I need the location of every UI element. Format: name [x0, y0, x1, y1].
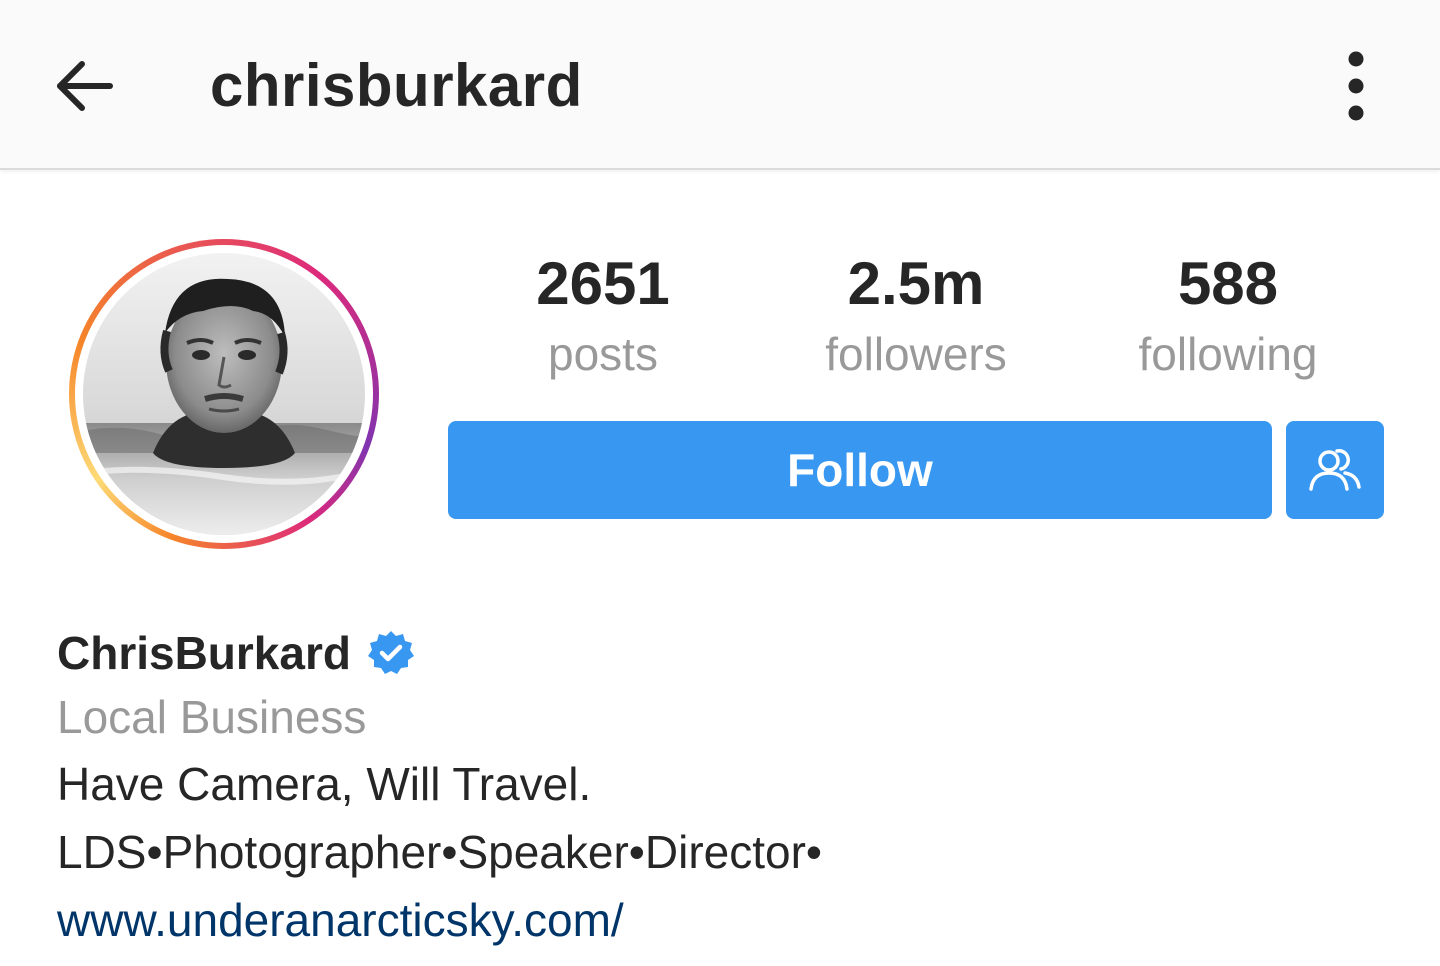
vertical-dots-icon	[1348, 51, 1364, 121]
followers-label: followers	[825, 328, 1007, 380]
avatar[interactable]	[83, 253, 365, 535]
full-name: ChrisBurkard	[57, 627, 351, 679]
followers-count: 2.5m	[847, 250, 985, 317]
follow-button[interactable]: Follow	[448, 421, 1272, 519]
bio-line-2: LDS•Photographer•Speaker•Director•	[57, 826, 823, 878]
story-ring[interactable]	[69, 239, 379, 549]
name-row: ChrisBurkard	[57, 622, 1397, 684]
posts-label: posts	[548, 328, 658, 380]
top-nav-bar: chrisburkard	[0, 0, 1440, 170]
stat-posts[interactable]: 2651 posts	[473, 248, 733, 384]
following-label: following	[1138, 328, 1318, 380]
arrow-left-icon	[57, 61, 113, 111]
business-category: Local Business	[57, 691, 367, 743]
profile-username-title: chrisburkard	[210, 52, 583, 119]
suggested-accounts-button[interactable]	[1286, 421, 1384, 519]
verified-badge-icon	[367, 631, 414, 674]
website-link[interactable]: www.underanarcticsky.com/	[57, 886, 624, 954]
profile-bio: ChrisBurkard Local Business Have Camera,…	[57, 622, 1397, 954]
avatar-ring-gap	[75, 245, 373, 543]
people-outline-icon	[1309, 449, 1361, 491]
stat-following[interactable]: 588 following	[1098, 248, 1358, 384]
stat-followers[interactable]: 2.5m followers	[786, 248, 1046, 384]
posts-count: 2651	[536, 250, 670, 317]
following-count: 588	[1177, 250, 1279, 317]
back-button[interactable]	[44, 46, 124, 126]
bio-line-1: Have Camera, Will Travel.	[57, 758, 592, 810]
more-options-button[interactable]	[1322, 44, 1390, 128]
